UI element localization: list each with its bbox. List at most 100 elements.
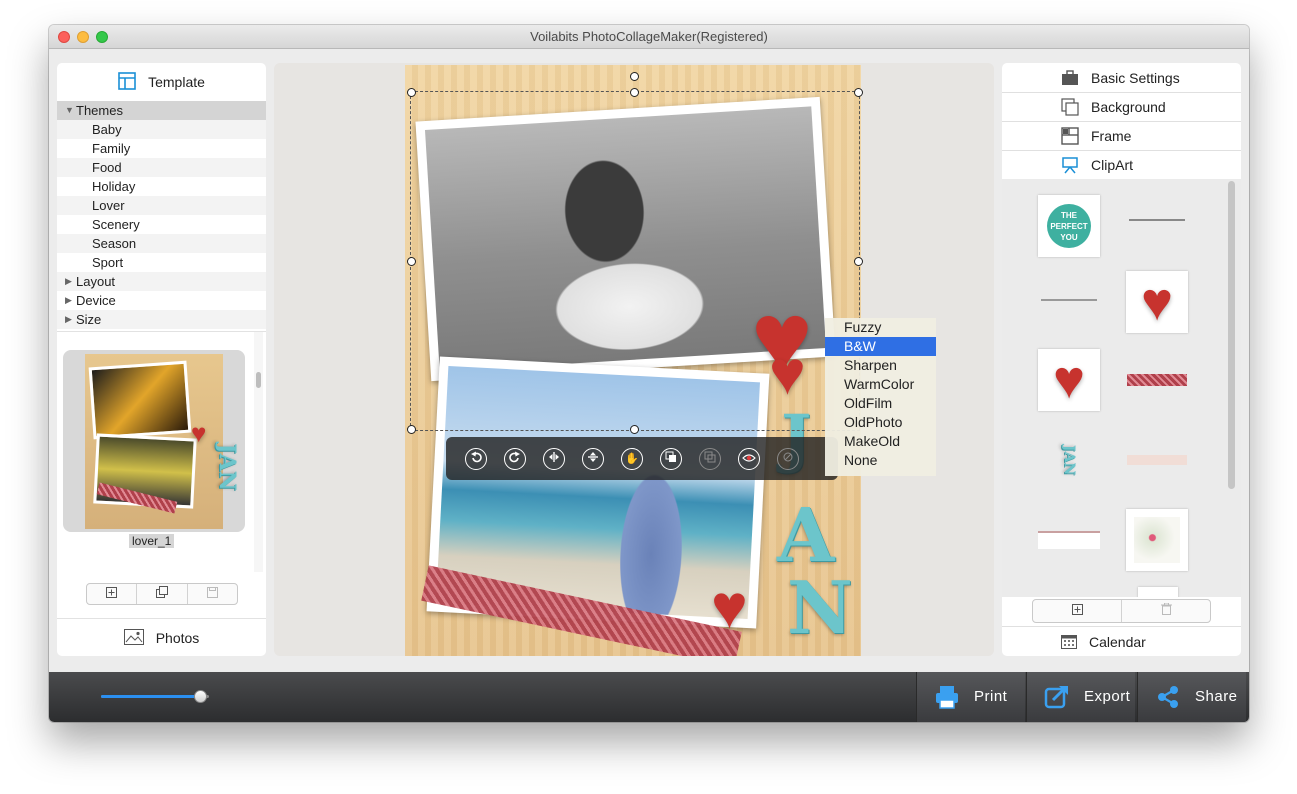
right-panel: Basic Settings Background Frame ClipArt … bbox=[1002, 63, 1241, 656]
collapsed-triangle-icon[interactable]: ▶ bbox=[65, 272, 72, 291]
tree-item-scenery[interactable]: Scenery bbox=[57, 215, 266, 234]
share-icon bbox=[1154, 683, 1182, 711]
clipart-item[interactable] bbox=[1126, 349, 1188, 411]
frame-icon bbox=[1061, 127, 1079, 145]
rotate-right-button[interactable] bbox=[499, 443, 531, 475]
jan-letter-n[interactable]: N bbox=[787, 565, 853, 650]
filter-item-sharpen[interactable]: Sharpen bbox=[825, 356, 936, 375]
clipart-item[interactable]: THE PERFECT YOU bbox=[1038, 195, 1100, 257]
resize-handle[interactable] bbox=[407, 425, 416, 434]
flip-vertical-button[interactable] bbox=[577, 443, 609, 475]
add-template-button[interactable] bbox=[87, 584, 138, 604]
resize-handle[interactable] bbox=[854, 257, 863, 266]
tab-clipart[interactable]: ClipArt bbox=[1002, 150, 1241, 180]
resize-handle[interactable] bbox=[407, 88, 416, 97]
send-back-button[interactable] bbox=[694, 443, 726, 475]
clipart-item[interactable] bbox=[1138, 587, 1178, 597]
title-bar: Voilabits PhotoCollageMaker(Registered) bbox=[49, 25, 1249, 49]
tree-item-baby[interactable]: Baby bbox=[57, 120, 266, 139]
clipart-ribbon bbox=[1127, 374, 1187, 386]
zoom-slider-knob[interactable] bbox=[194, 690, 207, 703]
resize-handle[interactable] bbox=[630, 425, 639, 434]
tree-item-label: Size bbox=[76, 312, 102, 327]
tree-item-label: Family bbox=[92, 141, 131, 156]
rotate-right-icon bbox=[509, 450, 521, 468]
tree-item-food[interactable]: Food bbox=[57, 158, 266, 177]
filter-item-oldfilm[interactable]: OldFilm bbox=[825, 394, 936, 413]
app-window: Voilabits PhotoCollageMaker(Registered) … bbox=[49, 25, 1249, 722]
clipart-scrollbar[interactable] bbox=[1228, 181, 1235, 489]
filter-item-none[interactable]: None bbox=[825, 451, 936, 470]
clipart-strip bbox=[1127, 455, 1187, 465]
scrollbar-knob[interactable] bbox=[256, 372, 261, 388]
clipart-grid: THE PERFECT YOU ♥ ♥ JAN bbox=[1002, 179, 1241, 597]
filter-button[interactable] bbox=[772, 443, 804, 475]
heart-clipart-bottom[interactable]: ♥ bbox=[711, 577, 748, 639]
clipart-item[interactable] bbox=[1038, 269, 1100, 331]
expanded-triangle-icon[interactable]: ▼ bbox=[65, 101, 74, 120]
zoom-slider[interactable] bbox=[101, 690, 211, 704]
filter-item-fuzzy[interactable]: Fuzzy bbox=[825, 318, 936, 337]
pan-button[interactable]: ✋ bbox=[616, 443, 648, 475]
resize-handle[interactable] bbox=[854, 88, 863, 97]
rotate-handle[interactable] bbox=[630, 72, 639, 81]
tab-template[interactable]: Template bbox=[57, 63, 266, 101]
save-template-button[interactable] bbox=[188, 584, 237, 604]
tab-photos[interactable]: Photos bbox=[57, 618, 266, 656]
delete-clipart-button[interactable] bbox=[1122, 600, 1210, 622]
tree-item-season[interactable]: Season bbox=[57, 234, 266, 253]
tree-item-holiday[interactable]: Holiday bbox=[57, 177, 266, 196]
template-thumbnail[interactable]: ♥ JAN bbox=[63, 350, 245, 532]
tree-item-label: Sport bbox=[92, 255, 124, 270]
filter-item-makeold[interactable]: MakeOld bbox=[825, 432, 936, 451]
thumbnail-scrollbar[interactable] bbox=[254, 332, 263, 572]
clipart-item[interactable]: JAN bbox=[1038, 429, 1100, 491]
clipart-item[interactable]: ♥ bbox=[1126, 271, 1188, 333]
tree-item-sport[interactable]: Sport bbox=[57, 253, 266, 272]
clipart-item[interactable] bbox=[1126, 429, 1188, 491]
resize-handle[interactable] bbox=[407, 257, 416, 266]
red-eye-button[interactable] bbox=[733, 443, 765, 475]
bring-front-button[interactable] bbox=[655, 443, 687, 475]
background-icon bbox=[1061, 98, 1079, 116]
filter-item-warmcolor[interactable]: WarmColor bbox=[825, 375, 936, 394]
tab-frame[interactable]: Frame bbox=[1002, 121, 1241, 151]
tree-item-layout[interactable]: ▶ Layout bbox=[57, 272, 266, 291]
thumbnail-letters: JAN bbox=[213, 443, 240, 491]
collapsed-triangle-icon[interactable]: ▶ bbox=[65, 291, 72, 310]
template-thumbnail-label: lover_1 bbox=[129, 534, 175, 548]
hand-icon: ✋ bbox=[625, 453, 639, 465]
tab-calendar-label: Calendar bbox=[1089, 634, 1146, 650]
zoom-slider-fill bbox=[101, 695, 201, 698]
share-button[interactable]: Share bbox=[1137, 672, 1246, 722]
tree-item-themes[interactable]: ▼ Themes bbox=[57, 101, 266, 120]
share-button-label: Share bbox=[1195, 688, 1238, 705]
badge-text: THE bbox=[1061, 210, 1077, 220]
resize-handle[interactable] bbox=[630, 88, 639, 97]
clipart-item[interactable] bbox=[1126, 189, 1188, 251]
clipart-item[interactable] bbox=[1126, 509, 1188, 571]
tab-photos-label: Photos bbox=[155, 630, 200, 646]
clipart-item[interactable]: ♥ bbox=[1038, 349, 1100, 411]
tab-background[interactable]: Background bbox=[1002, 92, 1241, 122]
collapsed-triangle-icon[interactable]: ▶ bbox=[65, 310, 72, 329]
clipart-item[interactable] bbox=[1038, 509, 1100, 571]
template-toolbar bbox=[86, 583, 238, 605]
export-button[interactable]: Export bbox=[1026, 672, 1135, 722]
print-button[interactable]: Print bbox=[916, 672, 1025, 722]
tree-item-lover[interactable]: Lover bbox=[57, 196, 266, 215]
rotate-left-button[interactable] bbox=[460, 443, 492, 475]
tree-item-device[interactable]: ▶ Device bbox=[57, 291, 266, 310]
duplicate-template-button[interactable] bbox=[137, 584, 188, 604]
tree-item-size[interactable]: ▶ Size bbox=[57, 310, 266, 329]
filter-item-oldphoto[interactable]: OldPhoto bbox=[825, 413, 936, 432]
tree-item-family[interactable]: Family bbox=[57, 139, 266, 158]
print-button-label: Print bbox=[974, 688, 1008, 705]
clipart-badge: THE PERFECT YOU bbox=[1047, 204, 1091, 248]
add-clipart-button[interactable] bbox=[1033, 600, 1122, 622]
flip-horizontal-button[interactable] bbox=[538, 443, 570, 475]
filter-item-bw[interactable]: B&W bbox=[825, 337, 936, 356]
tab-calendar[interactable]: Calendar bbox=[1002, 626, 1241, 656]
tree-item-label: Holiday bbox=[92, 179, 136, 194]
tab-basic-settings[interactable]: Basic Settings bbox=[1002, 63, 1241, 93]
